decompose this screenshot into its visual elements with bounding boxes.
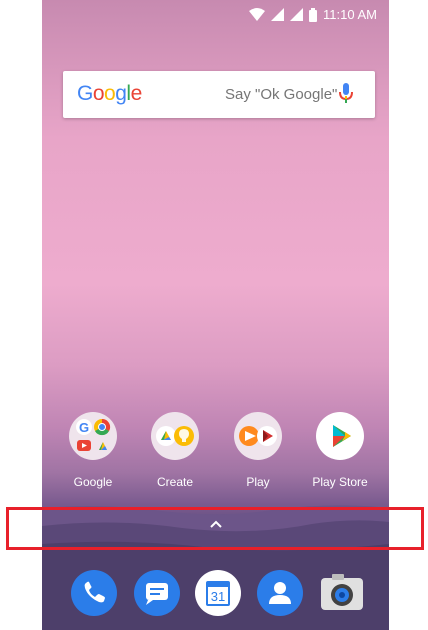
battery-icon — [309, 7, 318, 22]
signal-icon — [271, 8, 285, 21]
phone-icon[interactable] — [70, 569, 118, 617]
wifi-icon — [249, 8, 266, 21]
search-hint: Say "Ok Google" — [225, 86, 338, 103]
status-clock: 11:10 AM — [323, 7, 377, 22]
highlight-box — [6, 507, 424, 550]
calendar-icon[interactable]: 31 — [194, 569, 242, 617]
create-folder-icon — [151, 412, 199, 460]
microphone-icon[interactable] — [339, 82, 353, 106]
google-folder-icon: G — [69, 412, 117, 460]
messages-icon[interactable] — [133, 569, 181, 617]
svg-text:G: G — [79, 420, 89, 435]
camera-icon[interactable] — [318, 569, 366, 617]
status-bar: 11:10 AM — [42, 0, 389, 30]
signal-icon — [290, 8, 304, 21]
google-search-widget[interactable]: Google Say "Ok Google" — [63, 71, 375, 118]
calendar-date-text: 31 — [211, 589, 225, 604]
play-folder-icon — [234, 412, 282, 460]
contacts-icon[interactable] — [256, 569, 304, 617]
play-store-icon — [316, 412, 364, 460]
google-logo: Google — [77, 82, 142, 105]
